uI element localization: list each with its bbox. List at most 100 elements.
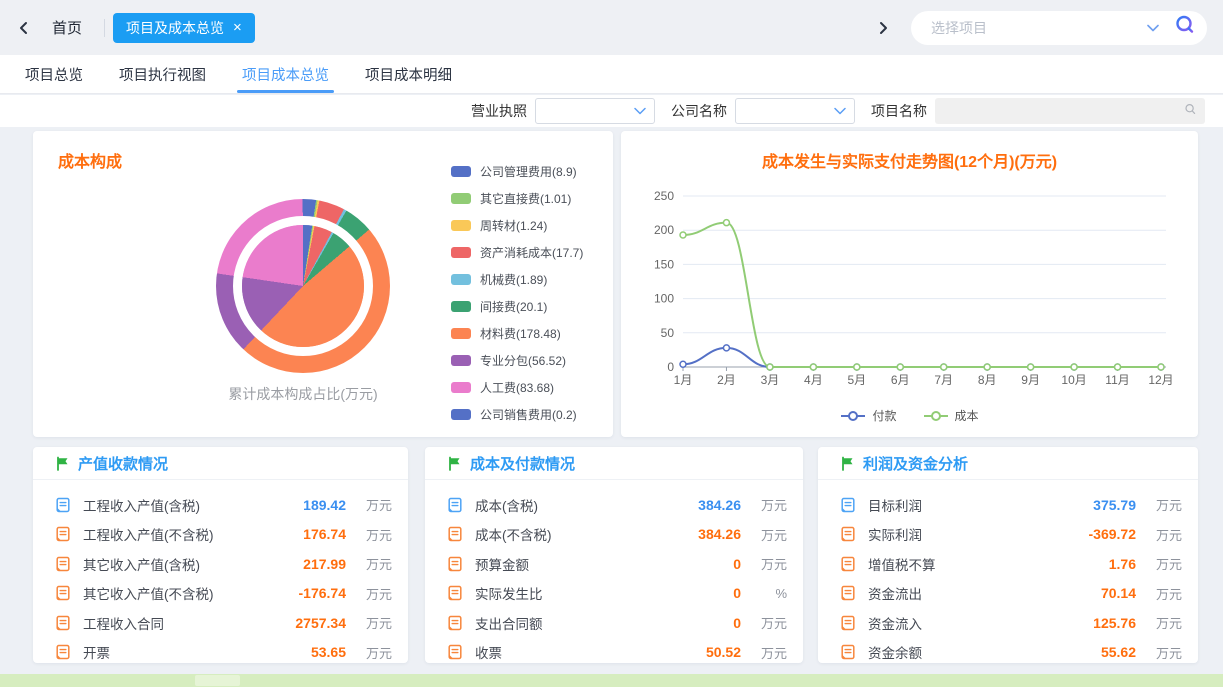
stat-row-value: 2757.34 — [276, 615, 346, 631]
legend-color-swatch — [451, 382, 471, 393]
flag-icon — [840, 456, 855, 471]
stat-row: 资金流出70.14万元 — [840, 579, 1182, 609]
project-select-dropdown[interactable]: 选择项目 — [911, 11, 1207, 45]
document-icon — [447, 556, 463, 572]
back-chevron-icon[interactable] — [10, 14, 38, 42]
line-legend-label: 付款 — [872, 407, 896, 424]
stat-row: 其它收入产值(不含税)-176.74万元 — [55, 579, 392, 609]
document-icon — [840, 615, 856, 631]
stat-row: 支出合同额0万元 — [447, 608, 787, 638]
legend-label: 其它直接费(1.01) — [480, 190, 571, 207]
stat-row-label: 资金余额 — [868, 642, 922, 662]
stat-row-unit: % — [741, 586, 787, 601]
line-legend-item-1[interactable]: 成本 — [923, 407, 979, 424]
pie-legend-item-3[interactable]: 资产消耗成本(17.7) — [451, 244, 583, 261]
svg-text:8月: 8月 — [978, 373, 997, 387]
line-legend-label: 成本 — [955, 407, 979, 424]
search-icon[interactable] — [1173, 13, 1197, 42]
stat-row-label: 工程收入产值(含税) — [83, 495, 200, 515]
pie-legend-item-5[interactable]: 间接费(20.1) — [451, 298, 583, 315]
stat-row-unit: 万元 — [1136, 613, 1182, 632]
tab-0[interactable]: 项目总览 — [25, 55, 83, 93]
stat-row-label: 其它收入产值(含税) — [83, 554, 200, 574]
stat-row-value: 55.62 — [1066, 644, 1136, 660]
stat-row-label: 支出合同额 — [475, 613, 543, 633]
horizontal-scrollbar-track[interactable] — [0, 674, 1223, 687]
stat-row: 实际发生比 0% — [447, 579, 787, 609]
pie-inner-disc — [242, 225, 364, 347]
stat-row-label: 实际发生比 — [475, 583, 543, 603]
search-icon-small[interactable] — [1184, 103, 1197, 119]
stat-row: 资金余额55.62万元 — [840, 638, 1182, 664]
legend-color-swatch — [451, 193, 471, 204]
divider — [104, 19, 105, 37]
stat-row-unit: 万元 — [741, 643, 787, 662]
stat-card-title: 利润及资金分析 — [863, 453, 968, 474]
stat-row: 开票53.65万元 — [55, 638, 392, 664]
legend-label: 机械费(1.89) — [480, 271, 547, 288]
dashboard-page: 首页 项目及成本总览 × 选择项目 项目总览项目执行视图项目成本总览项目成本 — [0, 0, 1223, 687]
svg-text:12月: 12月 — [1148, 373, 1173, 387]
stat-row-label: 预算金额 — [475, 554, 529, 574]
stat-row: 成本(不含税)384.26万元 — [447, 520, 787, 550]
cost-payment-card: 成本及付款情况成本(含税)384.26万元成本(不含税)384.26万元预算金额… — [425, 447, 803, 663]
stat-row-unit: 万元 — [346, 613, 392, 632]
svg-text:9月: 9月 — [1021, 373, 1040, 387]
pie-legend-item-8[interactable]: 人工费(83.68) — [451, 379, 583, 396]
top-navigation-bar: 首页 项目及成本总览 × 选择项目 — [0, 0, 1223, 55]
document-icon — [840, 526, 856, 542]
stat-row-unit: 万元 — [741, 495, 787, 514]
home-link[interactable]: 首页 — [52, 17, 82, 38]
stat-row-label: 成本(含税) — [475, 495, 538, 515]
project-select-placeholder: 选择项目 — [931, 18, 1147, 38]
line-legend-item-0[interactable]: 付款 — [840, 407, 896, 424]
page-tab-pill[interactable]: 项目及成本总览 × — [113, 13, 255, 43]
document-icon — [55, 497, 71, 513]
license-select[interactable] — [535, 98, 655, 124]
legend-color-swatch — [451, 301, 471, 312]
stat-row: 实际利润-369.72万元 — [840, 520, 1182, 550]
legend-color-swatch — [451, 355, 471, 366]
stat-row: 增值税不算1.76万元 — [840, 549, 1182, 579]
document-icon — [447, 644, 463, 660]
chevron-down-icon — [1147, 19, 1159, 37]
license-filter-label: 营业执照 — [471, 101, 527, 121]
stat-row-label: 工程收入合同 — [83, 613, 164, 633]
pie-legend-item-7[interactable]: 专业分包(56.52) — [451, 352, 583, 369]
project-name-filter-label: 项目名称 — [871, 101, 927, 121]
pie-legend-item-1[interactable]: 其它直接费(1.01) — [451, 190, 583, 207]
view-tabbar: 项目总览项目执行视图项目成本总览项目成本明细 — [0, 55, 1223, 94]
page-tab-label: 项目及成本总览 — [126, 18, 224, 38]
stat-row-label: 收票 — [475, 642, 502, 662]
svg-text:250: 250 — [654, 189, 674, 203]
forward-chevron-icon[interactable] — [869, 14, 897, 42]
pie-legend-item-9[interactable]: 公司销售费用(0.2) — [451, 406, 583, 423]
stat-row-label: 工程收入产值(不含税) — [83, 524, 214, 544]
tab-1[interactable]: 项目执行视图 — [119, 55, 206, 93]
stat-row-value: 0 — [671, 585, 741, 601]
pie-legend-item-4[interactable]: 机械费(1.89) — [451, 271, 583, 288]
stat-row-value: 217.99 — [276, 556, 346, 572]
stat-card-title: 成本及付款情况 — [470, 453, 575, 474]
legend-color-swatch — [451, 274, 471, 285]
stat-row-value: 384.26 — [671, 497, 741, 513]
close-icon[interactable]: × — [233, 20, 242, 35]
tab-2[interactable]: 项目成本总览 — [242, 55, 329, 93]
pie-legend-item-0[interactable]: 公司管理费用(8.9) — [451, 163, 583, 180]
line-legend-marker — [923, 410, 949, 422]
svg-text:150: 150 — [654, 257, 674, 271]
stat-row: 资金流入125.76万元 — [840, 608, 1182, 638]
stat-row: 成本(含税) 384.26万元 — [447, 490, 787, 520]
project-name-input[interactable] — [935, 98, 1205, 124]
document-icon — [55, 556, 71, 572]
tab-3[interactable]: 项目成本明细 — [365, 55, 452, 93]
stat-row-label: 开票 — [83, 642, 110, 662]
legend-label: 周转材(1.24) — [480, 217, 547, 234]
stat-row: 工程收入产值(不含税)176.74万元 — [55, 520, 392, 550]
pie-legend-item-6[interactable]: 材料费(178.48) — [451, 325, 583, 342]
pie-legend-item-2[interactable]: 周转材(1.24) — [451, 217, 583, 234]
legend-label: 间接费(20.1) — [480, 298, 547, 315]
horizontal-scrollbar-thumb[interactable] — [195, 675, 240, 686]
stat-row-unit: 万元 — [346, 643, 392, 662]
company-select[interactable] — [735, 98, 855, 124]
